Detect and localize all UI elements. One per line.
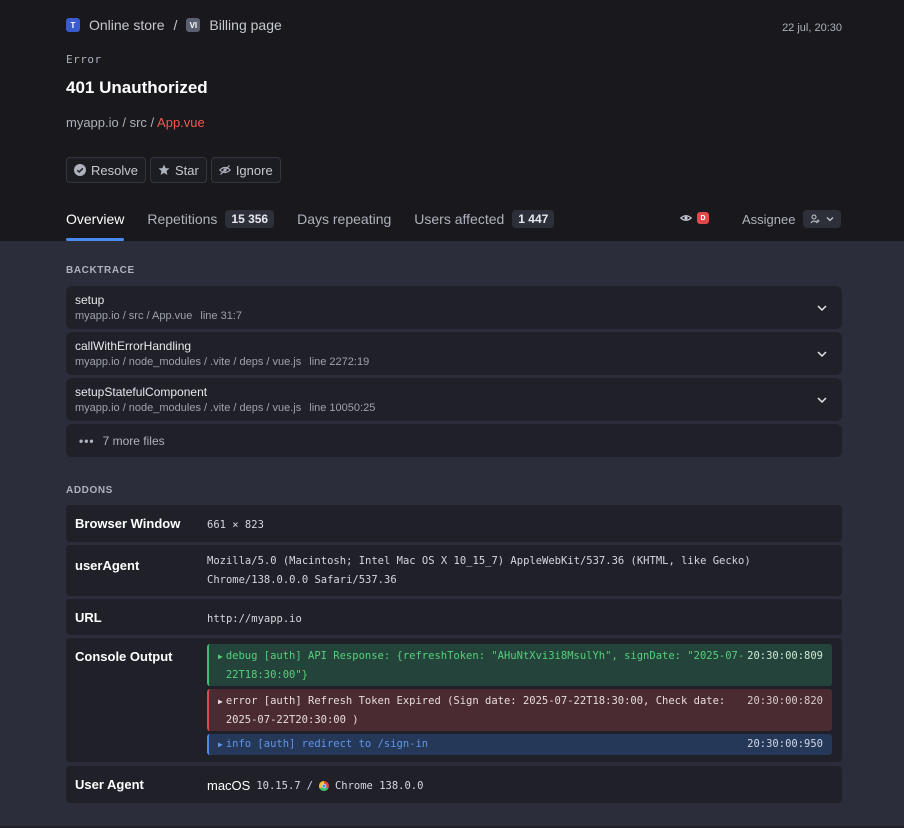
addon-value: 661 × 823 [207, 519, 264, 531]
breadcrumb-page[interactable]: Billing page [209, 17, 281, 33]
more-files-button[interactable]: ••• 7 more files [66, 424, 842, 457]
addon-key: Browser Window [75, 516, 181, 531]
log-message: debug [auth] API Response: {refreshToken… [225, 650, 745, 681]
tab-repetitions-label: Repetitions [147, 211, 218, 227]
frame-file: myapp.io / node_modules / .vite / deps /… [75, 402, 302, 414]
ignore-label: Ignore [235, 162, 273, 178]
console-log-info[interactable]: ▶ info [auth] redirect to /sign-in 20:30:… [207, 734, 832, 755]
assignee-dropdown[interactable] [803, 210, 842, 228]
addon-value: Mozilla/5.0 (Macintosh; Intel Mac OS X 1… [207, 555, 751, 586]
frame-function: callWithErrorHandling [75, 339, 192, 353]
addons-title: ADDONS [66, 485, 113, 496]
frame-line: line 2272:19 [309, 356, 370, 368]
frame-line: line 10050:25 [309, 402, 376, 414]
addon-row-user-agent: User Agent macOS 10.15.7 / Chrome 138.0.… [66, 766, 842, 803]
watchers-indicator[interactable]: D [680, 212, 709, 224]
resolve-button[interactable]: Resolve [66, 157, 146, 183]
expand-arrow-icon[interactable]: ▶ [218, 697, 223, 706]
frame-location: myapp.io / node_modules / .vite / deps /… [75, 402, 375, 414]
frame-function: setup [75, 293, 105, 307]
users-affected-count-badge: 1 447 [512, 210, 555, 228]
ignore-button[interactable]: Ignore [210, 157, 281, 183]
addon-value: http://myapp.io [207, 613, 302, 625]
tab-repetitions[interactable]: Repetitions 15 356 [147, 204, 275, 234]
expand-arrow-icon[interactable]: ▶ [218, 652, 223, 661]
page-title: 401 Unauthorized [66, 78, 208, 97]
ellipsis-icon: ••• [79, 433, 95, 448]
tab-overview[interactable]: Overview [66, 204, 125, 241]
backtrace-title: BACKTRACE [66, 265, 135, 276]
breadcrumb-project[interactable]: Online store [89, 17, 164, 33]
chevron-down-icon [826, 217, 834, 222]
error-source-path: myapp.io / src / App.vue [66, 115, 205, 130]
page-badge: VI [186, 18, 201, 32]
eye-off-icon [218, 165, 231, 175]
error-path-file[interactable]: App.vue [157, 115, 205, 130]
more-files-label: 7 more files [102, 433, 165, 448]
console-log-debug[interactable]: ▶ debug [auth] API Response: {refreshToke… [207, 644, 832, 686]
event-timestamp: 22 jul, 20:30 [782, 22, 842, 34]
addon-row-console-output: Console Output ▶ debug [auth] API Respons… [66, 638, 842, 762]
frame-location: myapp.io / src / App.vue line 31:7 [75, 310, 242, 322]
star-icon [158, 164, 170, 175]
resolve-label: Resolve [91, 162, 138, 178]
expand-arrow-icon[interactable]: ▶ [218, 740, 223, 749]
star-button[interactable]: Star [149, 157, 207, 183]
eye-icon [680, 215, 692, 221]
error-label: Error [66, 53, 102, 66]
tab-users-affected[interactable]: Users affected 1 447 [414, 204, 555, 234]
addon-key: User Agent [75, 777, 144, 792]
backtrace-frame[interactable]: callWithErrorHandling myapp.io / node_mo… [66, 332, 842, 375]
log-message: info [auth] redirect to /sign-in [225, 738, 429, 750]
user-add-icon [810, 214, 820, 224]
os-version: 10.15.7 [256, 779, 301, 792]
assignee-control: Assignee [742, 210, 842, 228]
chevron-down-icon[interactable] [816, 394, 828, 406]
log-time: 20:30:00:950 [747, 738, 823, 750]
log-time: 20:30:00:820 [747, 695, 823, 707]
chevron-down-icon[interactable] [816, 348, 828, 360]
frame-file: myapp.io / node_modules / .vite / deps /… [75, 356, 302, 368]
addon-key: Console Output [75, 649, 173, 664]
backtrace-frame[interactable]: setup myapp.io / src / App.vue line 31:7 [66, 286, 842, 329]
log-message: error [auth] Refresh Token Expired (Sign… [225, 695, 726, 726]
error-path-prefix: myapp.io / src / [66, 115, 158, 130]
tab-overview-label: Overview [66, 211, 125, 227]
project-badge: T [66, 18, 80, 32]
breadcrumb-separator: / [173, 17, 178, 33]
frame-location: myapp.io / node_modules / .vite / deps /… [75, 356, 369, 368]
chrome-icon [318, 780, 329, 791]
assignee-label: Assignee [742, 211, 796, 227]
tab-users-affected-label: Users affected [414, 211, 505, 227]
action-bar: Resolve Star Ignore [66, 157, 281, 183]
repetitions-count-badge: 15 356 [225, 210, 275, 228]
chevron-down-icon[interactable] [816, 302, 828, 314]
log-time: 20:30:00:809 [747, 650, 823, 662]
star-label: Star [174, 162, 199, 178]
addon-row-browser-window: Browser Window 661 × 823 [66, 505, 842, 542]
addon-row-useragent: userAgent Mozilla/5.0 (Macintosh; Intel … [66, 545, 842, 596]
frame-file: myapp.io / src / App.vue [75, 310, 193, 322]
user-agent-summary: macOS 10.15.7 / Chrome 138.0.0 [207, 778, 423, 793]
addon-key: userAgent [75, 558, 140, 573]
frame-line: line 31:7 [200, 310, 242, 322]
backtrace-frame[interactable]: setupStatefulComponent myapp.io / node_m… [66, 378, 842, 421]
browser-name: Chrome 138.0.0 [334, 779, 424, 792]
check-circle-icon [74, 164, 86, 176]
frame-function: setupStatefulComponent [75, 385, 208, 399]
tab-days-repeating[interactable]: Days repeating [297, 204, 391, 234]
addon-row-url: URL http://myapp.io [66, 599, 842, 635]
addon-key: URL [75, 610, 102, 625]
error-header: T Online store / VI Billing page 22 jul,… [0, 0, 904, 241]
watcher-avatar: D [697, 212, 709, 224]
tab-bar: Overview Repetitions 15 356 Days repeati… [66, 204, 577, 241]
ua-separator: / [306, 779, 313, 792]
breadcrumb: T Online store / VI Billing page [66, 17, 282, 33]
console-log-error[interactable]: ▶ error [auth] Refresh Token Expired (Sig… [207, 689, 832, 731]
os-name: macOS [207, 778, 251, 793]
tab-days-repeating-label: Days repeating [297, 211, 392, 227]
